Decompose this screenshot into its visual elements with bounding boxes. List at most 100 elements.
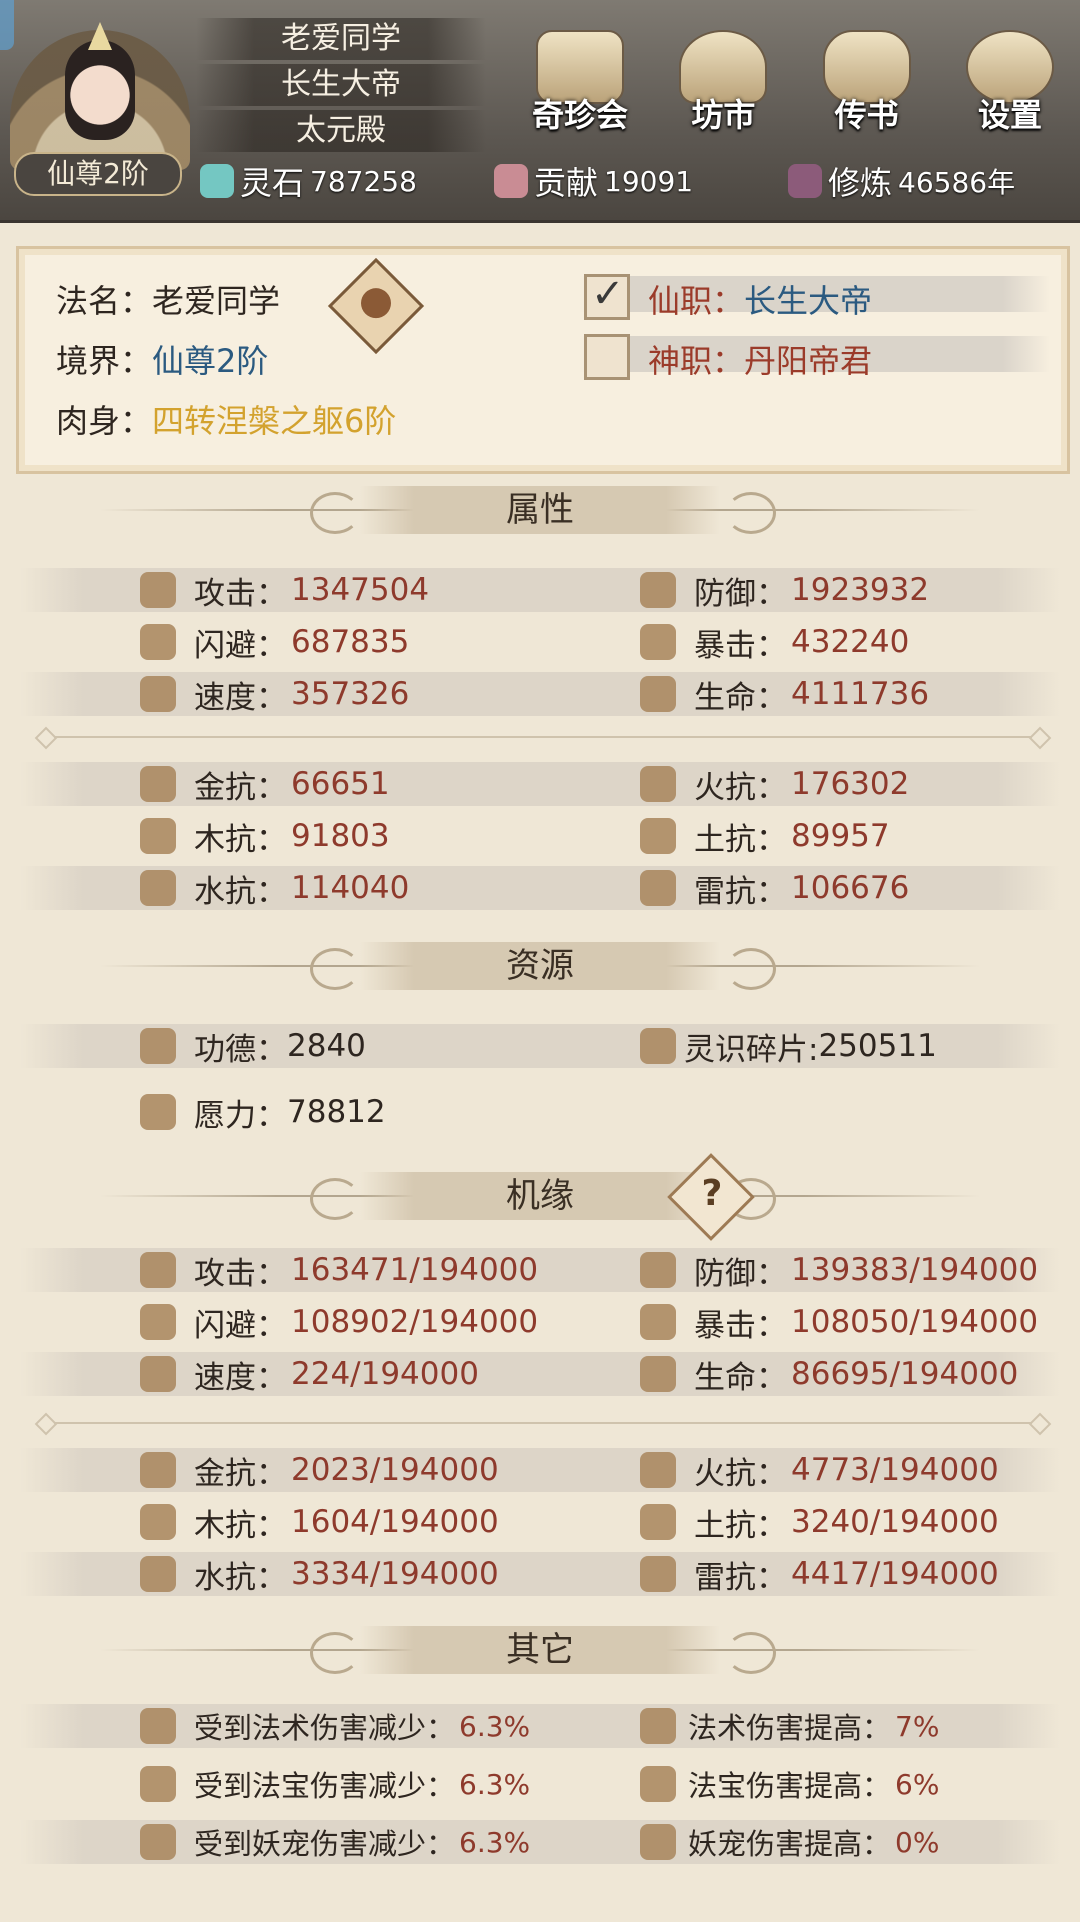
stat-label: 受到法术伤害减少： — [194, 1711, 456, 1745]
wood-resist-icon — [140, 1504, 176, 1540]
top-nav: 奇珍会 坊市 传书 设置 — [520, 30, 1070, 140]
crit-icon — [640, 1304, 676, 1340]
stat-value: 6.3% — [459, 1825, 531, 1859]
immortal-post-label: 仙职： — [648, 282, 745, 320]
player-title: 长生大帝 — [196, 64, 486, 106]
cultivation-resource[interactable]: 修炼 46586年 — [778, 158, 1046, 204]
thunder-resist-icon — [640, 870, 676, 906]
dodge-icon — [140, 1304, 176, 1340]
nav-market-button[interactable]: 坊市 — [663, 30, 783, 140]
other-row: 受到妖宠伤害减少： 6.3% 妖宠伤害提高： 0% — [20, 1820, 1060, 1864]
swirl-ornament — [726, 948, 776, 990]
attr-row: 金抗： 66651 火抗： 176302 — [20, 762, 1060, 806]
spell-defense-icon — [140, 1708, 176, 1744]
dodge-icon — [140, 624, 176, 660]
swirl-ornament — [310, 1632, 360, 1674]
nav-label: 设置 — [977, 96, 1042, 134]
immortal-post-row: 仙职：长生大帝 — [648, 276, 872, 322]
water-resist-icon — [140, 1556, 176, 1592]
earth-resist-icon — [640, 1504, 676, 1540]
resource-label: 贡献 — [534, 164, 599, 202]
resource-stat-label: 愿力： — [194, 1097, 287, 1134]
stat-value: 4773/194000 — [791, 1452, 999, 1488]
stat-value: 432240 — [791, 624, 910, 660]
stat-value: 108902/194000 — [291, 1304, 539, 1340]
question-icon: ? — [701, 1173, 723, 1214]
immortal-post-value: 长生大帝 — [744, 282, 873, 320]
stat-value: 91803 — [291, 818, 390, 854]
stat-label: 火抗： — [694, 769, 787, 806]
contribution-icon — [494, 164, 528, 198]
stat-value: 2023/194000 — [291, 1452, 499, 1488]
fortune-row: 闪避： 108902/194000 暴击： 108050/194000 — [20, 1300, 1060, 1344]
divine-post-row: 神职：丹阳帝君 — [648, 336, 872, 382]
stat-value: 7% — [895, 1709, 940, 1743]
resource-stat-label: 功德： — [194, 1031, 287, 1068]
willpower-icon — [140, 1094, 176, 1130]
speed-icon — [140, 1356, 176, 1392]
section-resources: 资源 — [100, 942, 980, 990]
stat-value: 89957 — [791, 818, 890, 854]
stat-value: 3334/194000 — [291, 1556, 499, 1592]
metal-resist-icon — [140, 1452, 176, 1488]
defense-icon — [640, 572, 676, 608]
stat-label: 妖宠伤害提高： — [688, 1827, 892, 1861]
spell-boost-icon — [640, 1708, 676, 1744]
realm-value: 仙尊2阶 — [152, 342, 269, 380]
resource-value: 19091 — [604, 164, 694, 198]
resource-stat-value: 250511 — [818, 1028, 937, 1064]
immortal-post-checkbox[interactable]: ✓ — [584, 271, 630, 320]
spirit-stone-resource[interactable]: 灵石 787258 — [190, 158, 447, 204]
water-resist-icon — [140, 870, 176, 906]
resource-stat-value: 2840 — [287, 1028, 366, 1064]
stat-value: 6.3% — [459, 1709, 531, 1743]
other-row: 受到法术伤害减少： 6.3% 法术伤害提高： 7% — [20, 1704, 1060, 1748]
merit-icon — [140, 1028, 176, 1064]
swirl-ornament — [726, 1632, 776, 1674]
stat-label: 攻击： — [194, 1255, 287, 1292]
speed-icon — [140, 676, 176, 712]
nav-treasure-auction-button[interactable]: 奇珍会 — [520, 30, 640, 140]
resource-label: 修炼 — [828, 164, 893, 202]
fortune-row: 速度： 224/194000 生命： 86695/194000 — [20, 1352, 1060, 1396]
stat-label: 土抗： — [694, 1507, 787, 1544]
other-row: 受到法宝伤害减少： 6.3% 法宝伤害提高： 6% — [20, 1762, 1060, 1806]
stat-value: 86695/194000 — [791, 1356, 1019, 1392]
top-bar: 仙尊2阶 老爱同学 长生大帝 太元殿 奇珍会 坊市 传书 设置 灵石 78725… — [0, 0, 1080, 223]
stat-value: 106676 — [791, 870, 910, 906]
stat-label: 法术伤害提高： — [688, 1711, 892, 1745]
stat-label: 火抗： — [694, 1455, 787, 1492]
resource-row: 功德： 2840 灵识碎片: 250511 — [20, 1024, 1060, 1068]
avatar[interactable] — [10, 10, 190, 170]
attr-row: 水抗： 114040 雷抗： 106676 — [20, 866, 1060, 910]
stat-value: 108050/194000 — [791, 1304, 1039, 1340]
cultivation-icon — [788, 164, 822, 198]
defense-icon — [640, 1252, 676, 1288]
stat-label: 受到法宝伤害减少： — [194, 1769, 456, 1803]
divine-post-checkbox[interactable] — [584, 334, 630, 380]
resource-value: 46586年 — [898, 166, 1016, 199]
pet-defense-icon — [140, 1824, 176, 1860]
swirl-ornament — [310, 492, 360, 534]
nav-settings-button[interactable]: 设置 — [950, 30, 1070, 140]
stat-value: 3240/194000 — [791, 1504, 999, 1540]
stat-value: 6.3% — [459, 1767, 531, 1801]
nav-label: 奇珍会 — [531, 96, 628, 134]
spirit-stone-icon — [200, 164, 234, 198]
section-attributes: 属性 — [100, 486, 980, 534]
fortune-row: 水抗： 3334/194000 雷抗： 4417/194000 — [20, 1552, 1060, 1596]
stat-label: 水抗： — [194, 1559, 287, 1596]
body-row: 肉身：四转涅槃之躯6阶 — [56, 396, 396, 442]
stat-value: 163471/194000 — [291, 1252, 539, 1288]
stat-value: 4111736 — [791, 676, 930, 712]
stat-label: 闪避： — [194, 627, 287, 664]
section-title: 属性 — [360, 486, 720, 534]
resource-stat-label: 灵识碎片: — [684, 1031, 819, 1068]
swirl-ornament — [310, 948, 360, 990]
nav-mail-button[interactable]: 传书 — [807, 30, 927, 140]
stat-value: 0% — [895, 1825, 940, 1859]
resource-stat-value: 78812 — [287, 1094, 386, 1130]
section-other: 其它 — [100, 1626, 980, 1674]
contribution-resource[interactable]: 贡献 19091 — [484, 158, 724, 204]
player-palace: 太元殿 — [196, 110, 486, 152]
